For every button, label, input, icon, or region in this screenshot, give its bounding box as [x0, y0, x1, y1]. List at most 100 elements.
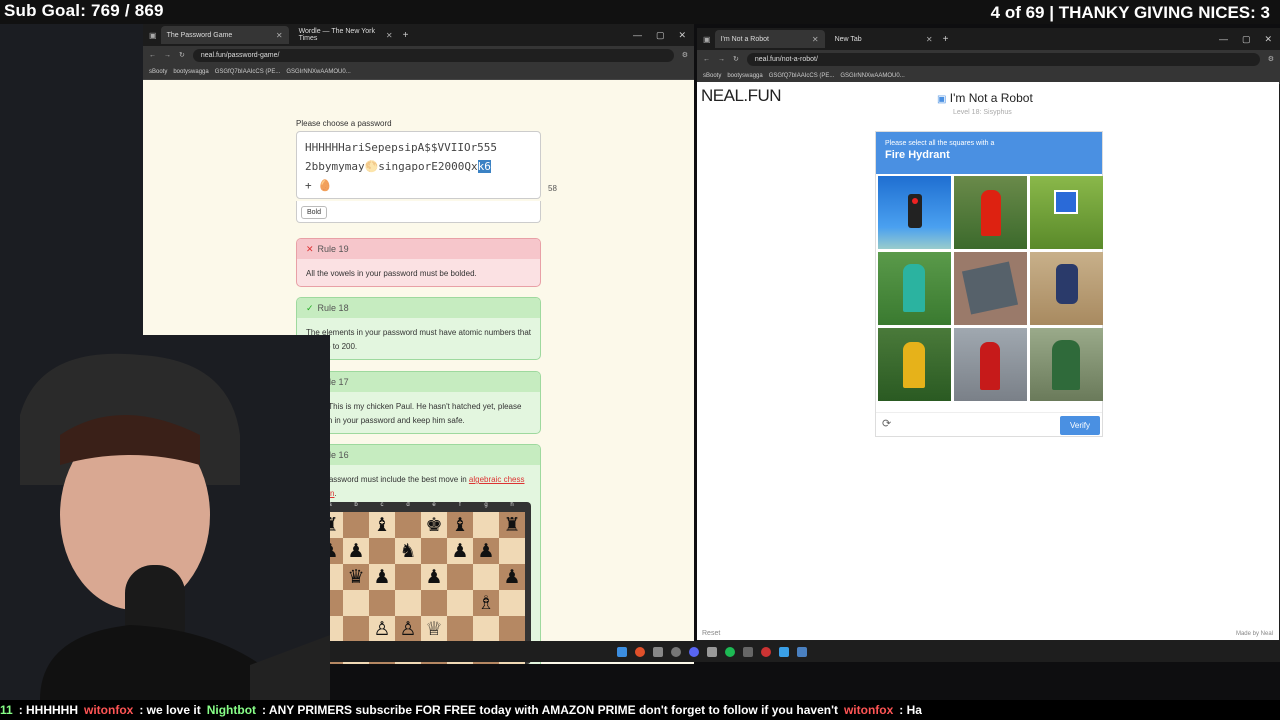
- close-window-icon[interactable]: ✕: [678, 30, 686, 41]
- chess-square: ♙: [395, 616, 421, 642]
- tab-actions-icon[interactable]: ▣: [149, 31, 157, 40]
- text-selection: k6: [477, 160, 491, 173]
- bold-button[interactable]: Bold: [301, 206, 328, 219]
- robot-icon: ▣: [937, 94, 947, 105]
- file-label: h: [510, 502, 514, 508]
- bookmark-item[interactable]: GSGIrNNXwAAMOU0...: [840, 73, 904, 79]
- address-bar[interactable]: neal.fun/not-a-robot/: [746, 52, 1260, 66]
- rule-text-part: Your password must include the best move…: [306, 475, 469, 484]
- explorer-icon[interactable]: [653, 646, 663, 657]
- bookmark-item[interactable]: sBooty: [703, 73, 721, 79]
- sub-goal-text: Sub Goal: 769 / 869: [4, 1, 164, 20]
- chess-square: ♙: [369, 616, 395, 642]
- extensions-icon[interactable]: ⚙: [682, 51, 688, 59]
- tab-actions-icon[interactable]: ▣: [703, 35, 711, 44]
- obs-icon[interactable]: [761, 646, 771, 657]
- minimize-icon[interactable]: —: [633, 30, 642, 41]
- tile-manhole-cover[interactable]: [954, 252, 1027, 325]
- manhole-cover-icon: [961, 261, 1019, 315]
- close-tab-icon[interactable]: ✕: [276, 31, 283, 40]
- chess-square: [395, 564, 421, 590]
- address-bar[interactable]: neal.fun/password-game/: [192, 48, 674, 62]
- bookmark-item[interactable]: bootyswagga: [727, 73, 762, 79]
- new-tab-button[interactable]: +: [943, 34, 949, 45]
- close-tab-icon[interactable]: ✕: [386, 31, 393, 40]
- minimize-icon[interactable]: —: [1219, 34, 1228, 45]
- chat-username: Nightbot: [206, 703, 257, 717]
- close-window-icon[interactable]: ✕: [1264, 34, 1272, 45]
- tab-wordle[interactable]: Wordle — The New York Times ✕: [293, 26, 399, 44]
- app-icon[interactable]: [707, 646, 717, 657]
- reload-icon[interactable]: ↻: [733, 55, 739, 63]
- forward-icon[interactable]: →: [164, 52, 171, 59]
- bookmark-item[interactable]: sBooty: [149, 69, 167, 75]
- file-label: f: [459, 502, 461, 508]
- tile-green-hydrant[interactable]: [1030, 328, 1103, 401]
- password-input[interactable]: HHHHHHariSepepsipA$$VVIIOr555 2bbymymay🌕…: [296, 131, 541, 199]
- close-tab-icon[interactable]: ✕: [812, 35, 819, 44]
- chat-username: witonfox: [84, 703, 134, 717]
- app-icon[interactable]: [743, 646, 753, 657]
- verify-button[interactable]: Verify: [1060, 416, 1100, 435]
- tab-label: New Tab: [834, 35, 862, 43]
- back-icon[interactable]: ←: [703, 56, 710, 63]
- settings-icon[interactable]: [671, 646, 681, 657]
- rule-text: All the vowels in your password must be …: [306, 269, 477, 278]
- start-icon[interactable]: [617, 646, 627, 657]
- chess-square: [499, 538, 525, 564]
- chat-username: 11: [0, 703, 13, 717]
- tile-red-hydrant[interactable]: [954, 176, 1027, 249]
- tile-motocross-rider[interactable]: [1030, 252, 1103, 325]
- motocross-rider-icon: [1056, 264, 1078, 304]
- chess-square: [343, 590, 369, 616]
- reload-icon[interactable]: ↻: [179, 51, 185, 59]
- firefox-icon[interactable]: [635, 646, 645, 657]
- captcha-footer: ⟳ Verify: [876, 412, 1102, 436]
- chess-square: ♟: [343, 538, 369, 564]
- bookmark-item[interactable]: GSGfQ7bIAAIcCS (PE...: [769, 73, 835, 79]
- chat-message: : we love it: [139, 703, 201, 717]
- spotify-icon[interactable]: [725, 646, 735, 657]
- new-tab-button[interactable]: +: [403, 30, 409, 41]
- tile-traffic-light[interactable]: [878, 176, 951, 249]
- rule-text: The elements in your password must have …: [306, 328, 531, 351]
- bookmark-item[interactable]: GSGIrNNXwAAMOU0...: [286, 69, 350, 75]
- tab-label: Wordle — The New York Times: [298, 28, 375, 42]
- tile-red-hydrant-street[interactable]: [954, 328, 1027, 401]
- maximize-icon[interactable]: ▢: [656, 30, 665, 41]
- bookmark-item[interactable]: GSGfQ7bIAAIcCS (PE...: [215, 69, 281, 75]
- forward-icon[interactable]: →: [718, 56, 725, 63]
- refresh-icon[interactable]: ⟳: [882, 417, 891, 430]
- fire-hydrant-icon: [980, 342, 1000, 390]
- chess-square: ♟: [499, 564, 525, 590]
- reset-link[interactable]: Reset: [702, 630, 720, 637]
- chess-square: [421, 538, 447, 564]
- tile-gold-hydrant[interactable]: [878, 328, 951, 401]
- tab-not-a-robot[interactable]: I'm Not a Robot ✕: [714, 30, 825, 48]
- tile-teal-hydrant[interactable]: [878, 252, 951, 325]
- fire-hydrant-icon: [903, 264, 925, 312]
- chess-square: ♞: [395, 538, 421, 564]
- discord-icon[interactable]: [689, 646, 699, 657]
- tile-crossing-sign[interactable]: [1030, 176, 1103, 249]
- tab-new-tab[interactable]: New Tab ✕: [829, 30, 939, 48]
- close-tab-icon[interactable]: ✕: [926, 35, 933, 44]
- rule-18: ✓ Rule 18 The elements in your password m…: [296, 297, 541, 360]
- app-icon[interactable]: [779, 646, 789, 657]
- extensions-icon[interactable]: ⚙: [1268, 55, 1274, 63]
- back-icon[interactable]: ←: [149, 52, 156, 59]
- neal-fun-logo[interactable]: NEAL.FUN: [701, 86, 782, 106]
- maximize-icon[interactable]: ▢: [1242, 34, 1251, 45]
- not-a-robot-page: NEAL.FUN ▣ I'm Not a Robot Level 18: Sis…: [697, 82, 1279, 640]
- board-files: abcdefgh: [317, 502, 525, 508]
- tab-bar: ▣ The Password Game ✕ Wordle — The New Yo…: [143, 24, 694, 46]
- chat-message: : ANY PRIMERS subscribe FOR FREE today w…: [262, 703, 838, 717]
- url-text: neal.fun/password-game/: [200, 51, 280, 59]
- bookmark-item[interactable]: bootyswagga: [173, 69, 208, 75]
- chess-square: [447, 564, 473, 590]
- tab-password-game[interactable]: The Password Game ✕: [160, 26, 289, 44]
- made-by-credit[interactable]: Made by Neal: [1236, 631, 1273, 637]
- app-icon[interactable]: [797, 646, 807, 657]
- level-subtitle: Level 18: Sisyphus: [953, 109, 1012, 116]
- chess-square: ♝: [447, 512, 473, 538]
